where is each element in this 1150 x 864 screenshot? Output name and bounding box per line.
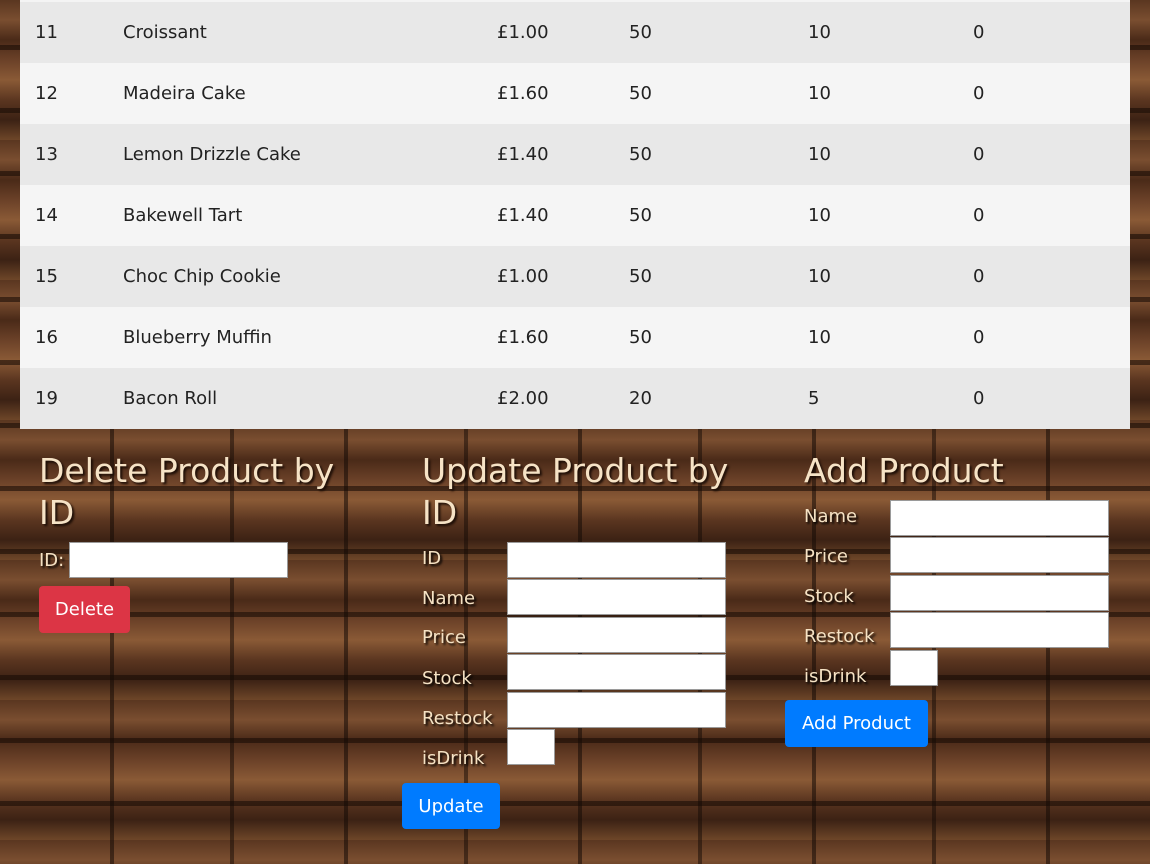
product-price: £1.60 <box>497 83 549 104</box>
product-is-drink: 0 <box>973 266 985 287</box>
add-product-form: Add Product <box>804 450 1124 492</box>
product-is-drink: 0 <box>973 205 985 226</box>
add-price-label: Price <box>804 546 848 567</box>
update-restock-label: Restock <box>422 708 493 729</box>
update-form-title: Update Product by ID <box>422 451 729 532</box>
add-product-button[interactable]: Add Product <box>785 700 928 747</box>
update-price-input[interactable] <box>507 617 726 653</box>
update-restock-input[interactable] <box>507 692 726 728</box>
product-is-drink: 0 <box>973 388 985 409</box>
product-name: Choc Chip Cookie <box>123 266 281 287</box>
product-name: Blueberry Muffin <box>123 327 272 348</box>
product-stock: 20 <box>629 388 652 409</box>
product-stock: 50 <box>629 83 652 104</box>
product-restock: 10 <box>808 327 831 348</box>
product-is-drink: 0 <box>973 22 985 43</box>
add-name-label: Name <box>804 506 858 527</box>
product-id: 14 <box>35 205 58 226</box>
product-restock: 10 <box>808 144 831 165</box>
product-id: 15 <box>35 266 58 287</box>
add-price-input[interactable] <box>890 537 1109 573</box>
product-price: £2.00 <box>497 388 549 409</box>
product-id: 11 <box>35 22 58 43</box>
update-price-label: Price <box>422 627 466 648</box>
update-stock-label: Stock <box>422 668 472 689</box>
add-restock-input[interactable] <box>890 612 1109 648</box>
product-restock: 10 <box>808 83 831 104</box>
product-price: £1.00 <box>497 266 549 287</box>
product-name: Bakewell Tart <box>123 205 243 226</box>
update-is-drink-label: isDrink <box>422 748 485 769</box>
product-name: Bacon Roll <box>123 388 218 409</box>
add-stock-label: Stock <box>804 586 854 607</box>
product-id: 19 <box>35 388 58 409</box>
delete-form-title: Delete Product by ID <box>39 451 335 532</box>
delete-product-form: Delete Product by ID <box>39 450 339 534</box>
product-id: 12 <box>35 83 58 104</box>
update-id-input[interactable] <box>507 542 726 578</box>
product-id: 13 <box>35 144 58 165</box>
product-price: £1.60 <box>497 327 549 348</box>
add-stock-input[interactable] <box>890 575 1109 611</box>
add-name-input[interactable] <box>890 500 1109 536</box>
table-row: 15 Choc Chip Cookie £1.00 50 10 0 <box>20 246 1130 308</box>
product-restock: 10 <box>808 266 831 287</box>
product-id: 16 <box>35 327 58 348</box>
update-id-label: ID <box>422 548 442 569</box>
product-stock: 50 <box>629 22 652 43</box>
add-is-drink-input[interactable] <box>890 650 938 686</box>
update-name-label: Name <box>422 588 476 609</box>
product-restock: 10 <box>808 22 831 43</box>
product-name: Croissant <box>123 22 207 43</box>
table-row: 12 Madeira Cake £1.60 50 10 0 <box>20 63 1130 125</box>
product-name: Lemon Drizzle Cake <box>123 144 301 165</box>
product-stock: 50 <box>629 327 652 348</box>
product-name: Madeira Cake <box>123 83 246 104</box>
update-is-drink-input[interactable] <box>507 729 555 765</box>
add-restock-label: Restock <box>804 626 875 647</box>
delete-id-label: ID: <box>39 550 65 571</box>
table-row: 16 Blueberry Muffin £1.60 50 10 0 <box>20 307 1130 369</box>
product-is-drink: 0 <box>973 83 985 104</box>
update-stock-input[interactable] <box>507 654 726 690</box>
product-restock: 5 <box>808 388 820 409</box>
product-is-drink: 0 <box>973 327 985 348</box>
delete-id-input[interactable] <box>69 542 288 578</box>
delete-button[interactable]: Delete <box>39 586 130 633</box>
table-row: 11 Croissant £1.00 50 10 0 <box>20 2 1130 64</box>
add-is-drink-label: isDrink <box>804 666 867 687</box>
product-restock: 10 <box>808 205 831 226</box>
product-stock: 50 <box>629 266 652 287</box>
product-is-drink: 0 <box>973 144 985 165</box>
product-price: £1.40 <box>497 205 549 226</box>
product-price: £1.40 <box>497 144 549 165</box>
table-row: 19 Bacon Roll £2.00 20 5 0 <box>20 368 1130 429</box>
product-stock: 50 <box>629 144 652 165</box>
update-button[interactable]: Update <box>402 783 500 829</box>
product-price: £1.00 <box>497 22 549 43</box>
table-row: 13 Lemon Drizzle Cake £1.40 50 10 0 <box>20 124 1130 186</box>
products-table: 11 Croissant £1.00 50 10 0 12 Madeira Ca… <box>20 0 1130 429</box>
update-name-input[interactable] <box>507 579 726 615</box>
table-row: 14 Bakewell Tart £1.40 50 10 0 <box>20 185 1130 247</box>
add-form-title: Add Product <box>804 451 1004 490</box>
update-product-form: Update Product by ID <box>422 450 742 534</box>
product-stock: 50 <box>629 205 652 226</box>
